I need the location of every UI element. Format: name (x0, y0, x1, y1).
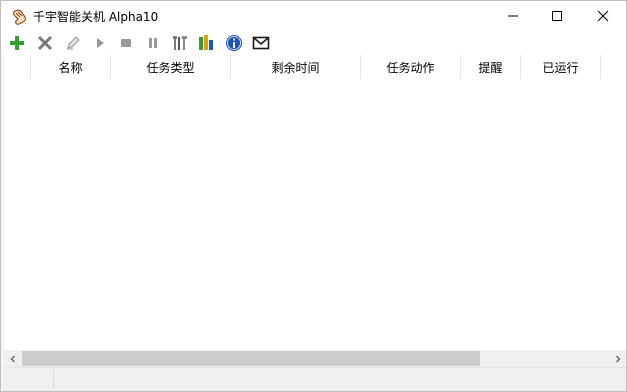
column-header-task-type[interactable]: 任务类型 (111, 55, 231, 79)
close-button[interactable] (580, 1, 626, 31)
title-bar[interactable]: 千宇智能关机 Alpha10 (1, 1, 626, 31)
edit-task-button[interactable] (62, 33, 84, 53)
feedback-button[interactable] (250, 33, 272, 53)
chevron-right-icon (615, 355, 620, 362)
add-task-button[interactable] (6, 33, 28, 53)
x-icon (37, 35, 53, 51)
hand-pointer-icon (12, 9, 26, 25)
status-pane-2 (54, 370, 626, 388)
maximize-icon (552, 11, 562, 21)
pencil-icon (67, 36, 80, 50)
status-bar (4, 367, 626, 391)
stop-task-button[interactable] (115, 33, 137, 53)
scroll-thumb[interactable] (22, 351, 480, 366)
scroll-right-button[interactable] (609, 350, 626, 367)
main-window: 千宇智能关机 Alpha10 名称 任务类型 剩余时间 任务动作 提醒 已运行 (0, 0, 627, 392)
play-icon (97, 38, 104, 48)
minimize-button[interactable] (490, 1, 536, 31)
stop-icon (121, 39, 131, 47)
column-header-name[interactable]: 名称 (31, 55, 111, 79)
maximize-button[interactable] (534, 1, 580, 31)
column-header-remaining-time[interactable]: 剩余时间 (231, 55, 361, 79)
mail-icon (252, 36, 270, 50)
column-header-spacer (4, 55, 31, 79)
column-header-elapsed[interactable]: 已运行 (521, 55, 601, 79)
task-list[interactable]: 名称 任务类型 剩余时间 任务动作 提醒 已运行 (4, 55, 626, 350)
info-icon (226, 35, 242, 51)
close-icon (597, 10, 609, 22)
settings-button[interactable] (169, 33, 191, 53)
minimize-icon (508, 15, 518, 17)
bar-chart-icon (199, 35, 213, 50)
chevron-left-icon (10, 355, 15, 362)
about-button[interactable] (223, 33, 245, 53)
list-header: 名称 任务类型 剩余时间 任务动作 提醒 已运行 (4, 55, 626, 79)
statistics-button[interactable] (196, 33, 218, 53)
window-title: 千宇智能关机 Alpha10 (33, 10, 159, 24)
start-task-button[interactable] (89, 33, 111, 53)
horizontal-scrollbar[interactable] (4, 350, 626, 367)
pause-icon (149, 38, 157, 48)
plus-icon (10, 36, 24, 50)
toolbar (1, 31, 626, 55)
column-header-task-action[interactable]: 任务动作 (361, 55, 461, 79)
tools-icon (173, 36, 187, 50)
pause-task-button[interactable] (142, 33, 164, 53)
column-header-reminder[interactable]: 提醒 (461, 55, 521, 79)
delete-task-button[interactable] (34, 33, 56, 53)
scroll-left-button[interactable] (4, 350, 21, 367)
status-pane-1 (4, 370, 54, 388)
